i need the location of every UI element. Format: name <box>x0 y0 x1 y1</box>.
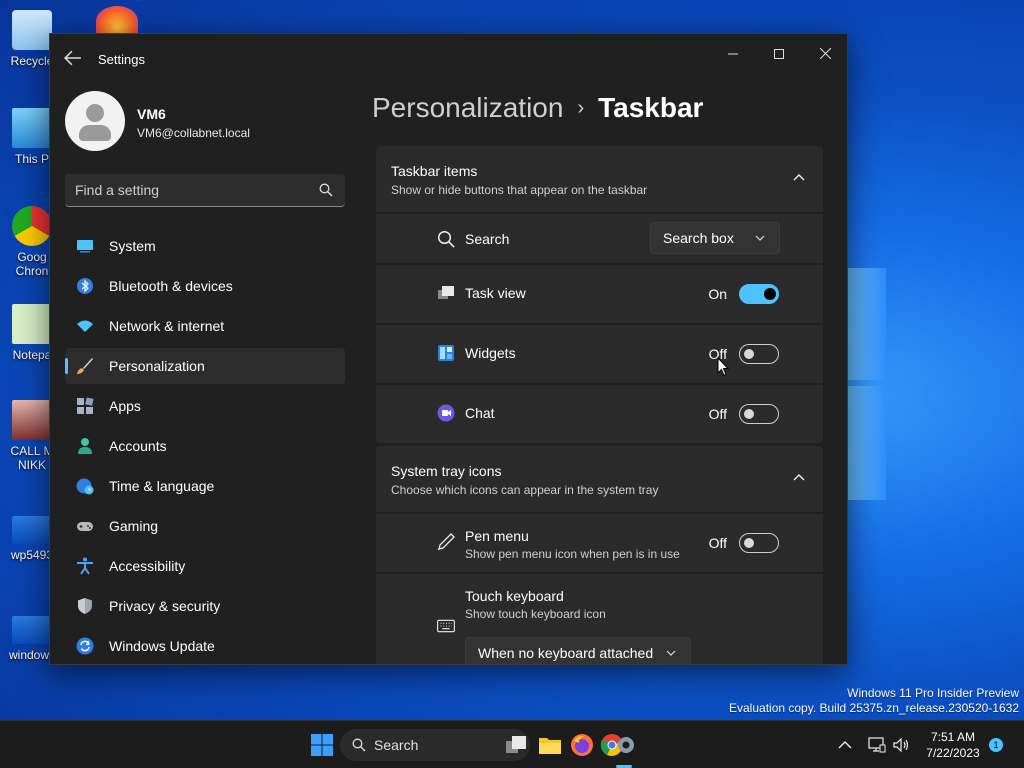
sidebar-item-gaming[interactable]: Gaming <box>65 508 345 544</box>
settings-window: Settings VM6 VM6@collabnet.local System <box>49 33 848 665</box>
chevron-up-icon[interactable] <box>793 473 805 481</box>
search-icon <box>437 230 455 248</box>
os-taskbar: Search 7:51 AM 7/22/2023 1 <box>0 720 1024 768</box>
firefox-icon[interactable] <box>570 733 594 757</box>
evaluation-watermark: Windows 11 Pro Insider Preview Evaluatio… <box>729 686 1019 715</box>
settings-gear-icon[interactable] <box>614 733 638 757</box>
update-icon <box>76 637 94 655</box>
accessibility-icon <box>77 557 93 575</box>
sidebar-item-accounts[interactable]: Accounts <box>65 428 345 464</box>
task-view-icon <box>438 286 454 299</box>
widgets-toggle[interactable] <box>739 344 779 364</box>
accounts-icon <box>78 438 92 454</box>
system-tray-header[interactable]: System tray icons Choose which icons can… <box>376 446 823 512</box>
mouse-cursor-icon <box>717 357 729 377</box>
pen-menu-toggle[interactable] <box>739 533 779 553</box>
taskbar-items-section: Taskbar items Show or hide buttons that … <box>376 146 823 443</box>
pen-icon <box>437 533 455 551</box>
close-button[interactable] <box>802 40 847 70</box>
minimize-icon <box>728 53 738 55</box>
maximize-icon <box>774 49 784 59</box>
breadcrumb: Personalization › Taskbar <box>372 92 703 124</box>
sidebar-nav: System Bluetooth & devices Network & int… <box>65 228 345 664</box>
task-view-icon[interactable] <box>504 733 528 757</box>
file-explorer-icon[interactable] <box>538 733 562 757</box>
chat-icon <box>437 404 455 422</box>
sidebar-item-apps[interactable]: Apps <box>65 388 345 424</box>
breadcrumb-separator: › <box>577 97 585 119</box>
chat-row: Chat Off <box>376 385 823 443</box>
touch-keyboard-dropdown[interactable]: When no keyboard attached <box>465 637 691 664</box>
widgets-row: Widgets Off <box>376 325 823 383</box>
sidebar-item-windows-update[interactable]: Windows Update <box>65 628 345 664</box>
start-windows-icon[interactable] <box>310 733 334 757</box>
breadcrumb-parent[interactable]: Personalization <box>372 92 563 123</box>
pen-menu-row: Pen menu Show pen menu icon when pen is … <box>376 514 823 572</box>
taskbar-items-header[interactable]: Taskbar items Show or hide buttons that … <box>376 146 823 212</box>
page-title: Taskbar <box>598 92 704 123</box>
bluetooth-icon <box>77 278 93 294</box>
desktop-icon-firefox[interactable] <box>96 6 138 36</box>
search-icon[interactable] <box>319 183 333 197</box>
task-view-row: Task view On <box>376 265 823 323</box>
maximize-button[interactable] <box>756 40 802 70</box>
close-icon <box>819 47 831 60</box>
gamepad-icon <box>77 522 93 531</box>
sidebar-item-system[interactable]: System <box>65 228 345 264</box>
back-arrow-icon[interactable] <box>64 50 82 66</box>
system-icon <box>77 240 93 253</box>
brush-icon <box>77 358 93 374</box>
keyboard-icon <box>437 619 455 633</box>
chevron-down-icon <box>666 650 676 656</box>
search-row: Search Search box <box>376 214 823 263</box>
shield-icon <box>78 598 92 614</box>
volume-icon[interactable] <box>892 736 910 754</box>
title-bar[interactable]: Settings <box>50 34 847 82</box>
windows-logo-wallpaper <box>846 268 886 500</box>
avatar[interactable] <box>65 91 125 151</box>
taskbar-search[interactable]: Search <box>340 729 530 761</box>
chevron-down-icon <box>755 235 765 241</box>
sidebar-item-bluetooth[interactable]: Bluetooth & devices <box>65 268 345 304</box>
minimize-button[interactable] <box>710 40 756 70</box>
taskbar-search-label: Search <box>374 737 419 753</box>
task-view-toggle[interactable] <box>739 284 779 304</box>
chevron-up-icon[interactable] <box>793 173 805 181</box>
chevron-up-icon[interactable] <box>836 736 854 754</box>
sidebar-item-personalization[interactable]: Personalization <box>65 348 345 384</box>
user-name: VM6 <box>137 106 166 122</box>
wifi-icon <box>77 320 93 332</box>
chat-toggle[interactable] <box>739 404 779 424</box>
sidebar-item-time-language[interactable]: Time & language <box>65 468 345 504</box>
sidebar-item-privacy-security[interactable]: Privacy & security <box>65 588 345 624</box>
notification-badge[interactable]: 1 <box>989 738 1003 752</box>
user-email: VM6@collabnet.local <box>137 126 250 140</box>
app-title: Settings <box>98 52 145 67</box>
search-mode-dropdown[interactable]: Search box <box>650 222 780 254</box>
widgets-icon <box>438 345 454 361</box>
system-clock[interactable]: 7:51 AM 7/22/2023 <box>920 729 986 761</box>
apps-icon <box>77 397 94 414</box>
search-icon <box>352 738 366 752</box>
touch-keyboard-row: Touch keyboard Show touch keyboard icon … <box>376 574 823 664</box>
find-setting-search[interactable] <box>65 174 345 207</box>
globe-clock-icon <box>76 478 94 495</box>
sidebar-item-network[interactable]: Network & internet <box>65 308 345 344</box>
search-input[interactable] <box>75 180 305 200</box>
sidebar-item-accessibility[interactable]: Accessibility <box>65 548 345 584</box>
network-icon[interactable] <box>868 736 886 754</box>
system-tray-section: System tray icons Choose which icons can… <box>376 446 823 664</box>
